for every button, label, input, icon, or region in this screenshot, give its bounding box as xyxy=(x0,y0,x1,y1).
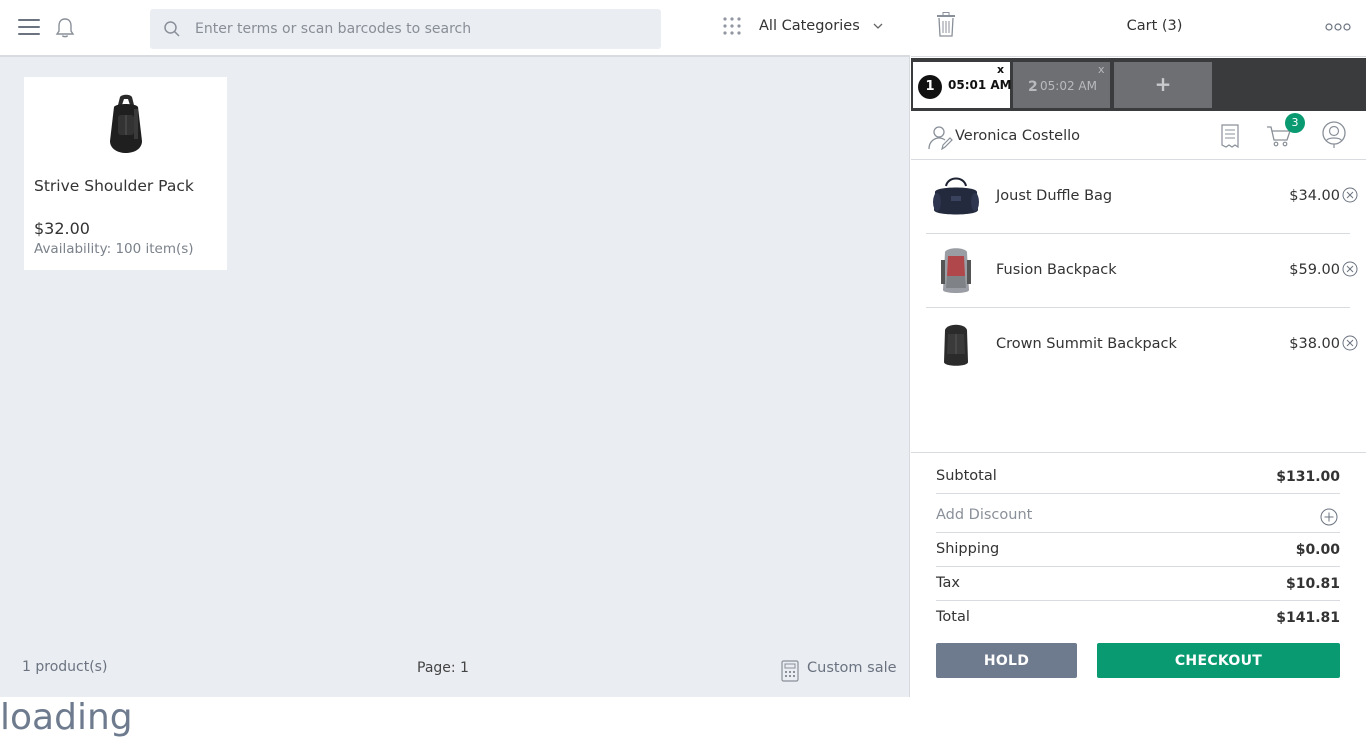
cart-item-name: Joust Duffle Bag xyxy=(996,188,1113,204)
customer-row: Veronica Costello 3 xyxy=(911,112,1366,160)
product-availability: Availability: 100 item(s) xyxy=(34,241,194,257)
tax-row: Tax $10.81 xyxy=(936,567,1340,601)
chevron-down-icon xyxy=(873,23,883,29)
top-bar: All Categories xyxy=(0,0,910,57)
customer-name[interactable]: Veronica Costello xyxy=(955,128,1080,144)
total-value: $141.81 xyxy=(1276,610,1340,626)
total-label: Total xyxy=(936,609,970,625)
remove-item-icon[interactable] xyxy=(1342,335,1358,351)
shipping-value: $0.00 xyxy=(1295,542,1340,558)
cart-item[interactable]: Fusion Backpack $59.00 xyxy=(926,234,1358,308)
cart-totals: Subtotal $131.00 Add Discount Shipping $… xyxy=(911,452,1366,697)
subtotal-label: Subtotal xyxy=(936,468,997,484)
tab-number: 1 xyxy=(918,75,942,99)
tab-number: 2 xyxy=(1028,79,1038,95)
page-indicator: Page: 1 xyxy=(417,660,469,676)
cart-tabs-bar: 1 05:01 AM x 2 05:02 AM x + xyxy=(911,58,1366,111)
loading-text: loading xyxy=(0,697,133,738)
add-discount-row[interactable]: Add Discount xyxy=(936,499,1340,533)
search-icon xyxy=(164,21,180,37)
product-name: Strive Shoulder Pack xyxy=(34,177,194,195)
customer-edit-icon[interactable] xyxy=(927,124,953,150)
remove-item-icon[interactable] xyxy=(1342,187,1358,203)
crown-summit-backpack-image xyxy=(944,324,968,366)
grid-icon xyxy=(723,17,741,35)
notification-bell-icon[interactable] xyxy=(52,15,78,41)
plus-icon: + xyxy=(1154,72,1172,96)
category-dropdown[interactable]: All Categories xyxy=(722,14,892,42)
cart-count-badge: 3 xyxy=(1285,113,1305,133)
close-tab-icon[interactable]: x xyxy=(997,63,1004,76)
close-tab-icon[interactable]: x xyxy=(1098,63,1105,76)
cart-tab-2[interactable]: 2 05:02 AM x xyxy=(1013,62,1110,108)
tab-time: 05:02 AM xyxy=(1040,79,1097,93)
cart-item-price: $38.00 xyxy=(1289,336,1340,352)
cart-items-list: Joust Duffle Bag $34.00 Fusion Backpack xyxy=(926,160,1358,382)
customer-profile-icon[interactable] xyxy=(1321,121,1347,149)
subtotal-value: $131.00 xyxy=(1276,469,1340,485)
tax-label: Tax xyxy=(936,575,960,591)
more-options-icon[interactable] xyxy=(1325,22,1351,32)
fusion-backpack-image xyxy=(941,248,971,293)
cart-item-price: $34.00 xyxy=(1289,188,1340,204)
search-input[interactable] xyxy=(195,9,645,49)
cart-tab-1[interactable]: 1 05:01 AM x xyxy=(913,62,1012,108)
tab-time: 05:01 AM xyxy=(948,78,1012,92)
product-pane: All Categories Strive Shoulder Pack $32.… xyxy=(0,0,910,697)
subtotal-row: Subtotal $131.00 xyxy=(936,460,1340,494)
shipping-row: Shipping $0.00 xyxy=(936,533,1340,567)
checkout-button[interactable]: CHECKOUT xyxy=(1097,643,1340,678)
cart-item-name: Crown Summit Backpack xyxy=(996,336,1177,352)
cart-title: Cart (3) xyxy=(1126,18,1183,34)
menu-icon[interactable] xyxy=(18,19,40,37)
total-row: Total $141.81 xyxy=(936,601,1340,635)
cart-item-price: $59.00 xyxy=(1289,262,1340,278)
custom-sale-label: Custom sale xyxy=(807,660,897,676)
tax-value: $10.81 xyxy=(1285,576,1340,592)
cart-pane: Cart (3) 1 05:01 AM x 2 05:02 AM x + Ver… xyxy=(911,0,1366,697)
shipping-label: Shipping xyxy=(936,541,1000,557)
add-discount-icon[interactable] xyxy=(1320,508,1338,526)
category-label: All Categories xyxy=(759,18,860,34)
cart-header: Cart (3) xyxy=(911,0,1366,57)
cart-item-name: Fusion Backpack xyxy=(996,262,1117,278)
add-discount-label: Add Discount xyxy=(936,507,1033,523)
cart-item[interactable]: Crown Summit Backpack $38.00 xyxy=(926,308,1358,382)
shoulder-pack-image xyxy=(110,94,142,153)
search-box xyxy=(150,9,661,49)
pos-app: All Categories Strive Shoulder Pack $32.… xyxy=(0,0,1366,742)
product-card[interactable]: Strive Shoulder Pack $32.00 Availability… xyxy=(24,77,227,270)
add-cart-tab-button[interactable]: + xyxy=(1114,62,1212,108)
cart-item[interactable]: Joust Duffle Bag $34.00 xyxy=(926,160,1358,234)
product-price: $32.00 xyxy=(34,219,90,238)
receipt-icon[interactable] xyxy=(1220,124,1240,148)
duffle-bag-image xyxy=(933,177,979,215)
product-count: 1 product(s) xyxy=(22,659,108,675)
remove-item-icon[interactable] xyxy=(1342,261,1358,277)
hold-button[interactable]: HOLD xyxy=(936,643,1077,678)
calculator-icon xyxy=(781,660,799,682)
